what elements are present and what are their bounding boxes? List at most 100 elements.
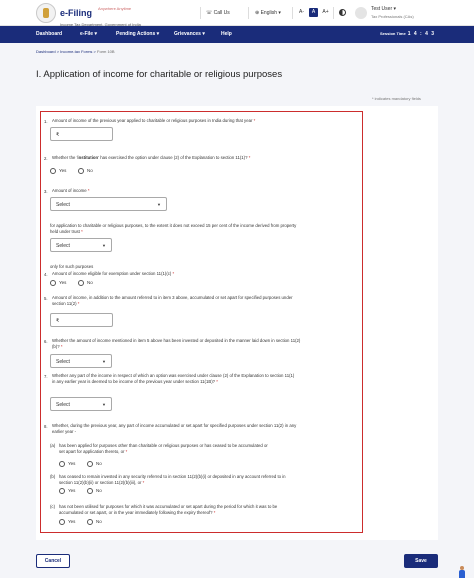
q4-label: Amount of income eligible for exemption … <box>52 271 175 276</box>
q2-yes-radio[interactable] <box>50 168 56 174</box>
breadcrumb-separator: > <box>93 49 96 54</box>
divider <box>292 7 293 19</box>
nav-dashboard[interactable]: Dashboard <box>36 31 62 37</box>
q8a-label: has been applied for purposes other than… <box>59 443 268 454</box>
q8-number: 8. <box>44 424 48 429</box>
user-avatar-icon[interactable] <box>355 7 367 19</box>
required-note: * indicates mandatory fields <box>372 96 421 101</box>
q3-label: Amount of income * <box>52 188 90 193</box>
q4-no-label: No <box>87 280 93 285</box>
q8a-marker: (a) <box>50 443 56 448</box>
divider <box>248 7 249 19</box>
session-value: 1 4 : 4 3 <box>407 31 436 37</box>
nav-grievances[interactable]: Grievances ▾ <box>174 31 205 37</box>
main-nav: Dashboard e-File ▾ Pending Actions ▾ Gri… <box>0 26 474 43</box>
font-decrease-button[interactable]: A- <box>297 8 306 17</box>
emblem-logo-icon <box>36 3 56 23</box>
q8a-yes-radio[interactable] <box>59 461 65 467</box>
chevron-down-icon: ▾ <box>202 31 205 37</box>
chevron-down-icon: ▼ <box>102 402 106 407</box>
chevron-down-icon: ▼ <box>102 243 106 248</box>
q7-label: Whether any part of the income in respec… <box>52 373 295 384</box>
cancel-button[interactable]: Cancel <box>36 554 70 568</box>
chat-helper-icon[interactable] <box>458 566 466 578</box>
divider <box>200 7 201 19</box>
q3-tail: only for such purposes <box>50 264 94 269</box>
language-select[interactable]: ⊕ English ▾ <box>255 10 281 16</box>
q6-select[interactable]: Select ▼ <box>50 354 112 368</box>
brand-tagline: Anywhere Anytime <box>98 6 132 11</box>
q1-number: 1. <box>44 119 48 124</box>
q3-select-1[interactable]: Select ▼ <box>50 197 167 211</box>
rupee-icon: ₹ <box>56 132 60 138</box>
q8c-marker: (c) <box>50 504 56 509</box>
q3-paragraph: for application to charitable or religio… <box>50 223 297 234</box>
q2-no-label: No <box>87 168 93 173</box>
q1-label: Amount of income of the previous year ap… <box>52 118 256 123</box>
chevron-down-icon: ▾ <box>94 31 97 37</box>
call-us-label: Call Us <box>213 10 230 16</box>
q7-select[interactable]: Select ▼ <box>50 397 112 411</box>
q5-number: 5. <box>44 296 48 301</box>
nav-help[interactable]: Help <box>221 31 232 37</box>
call-us-link[interactable]: ☏ Call Us <box>206 10 230 16</box>
q8b-no-label: No <box>96 488 102 493</box>
save-button[interactable]: Save <box>404 554 438 568</box>
chevron-down-icon: ▼ <box>102 359 106 364</box>
q5-label: Amount of income, in addition to the amo… <box>52 295 293 306</box>
q5-amount-input[interactable]: ₹ <box>50 313 113 327</box>
q8a-no-radio[interactable] <box>87 461 93 467</box>
q7-number: 7. <box>44 374 48 379</box>
q8c-no-radio[interactable] <box>87 519 93 525</box>
q8b-marker: (b) <box>50 474 56 479</box>
chevron-down-icon: ▾ <box>393 6 397 12</box>
nav-efile[interactable]: e-File ▾ <box>80 31 97 37</box>
session-timer: Session Time 1 4 : 4 3 <box>380 31 435 37</box>
nav-pending-actions[interactable]: Pending Actions ▾ <box>116 31 159 37</box>
q2-yes-label: Yes <box>59 168 67 173</box>
user-menu[interactable]: Test User ▾ Tax Professionals (CAs) <box>371 6 414 19</box>
q4-no-radio[interactable] <box>78 280 84 286</box>
rupee-icon: ₹ <box>56 318 60 324</box>
q2-no-radio[interactable] <box>78 168 84 174</box>
q8a-no-label: No <box>96 461 102 466</box>
q8b-yes-radio[interactable] <box>59 488 65 494</box>
q4-number: 4. <box>44 272 48 277</box>
chevron-down-icon: ▾ <box>156 31 160 37</box>
contrast-icon[interactable] <box>339 9 346 16</box>
user-name: Test User <box>371 6 393 12</box>
breadcrumb-dashboard[interactable]: Dashboard <box>36 49 56 54</box>
q8c-yes-radio[interactable] <box>59 519 65 525</box>
q2-label: Whether the 'institution' has exercised … <box>52 155 251 160</box>
q8a-yes-label: Yes <box>68 461 76 466</box>
user-role: Tax Professionals (CAs) <box>371 14 414 19</box>
session-label: Session Time <box>380 31 406 36</box>
font-increase-button[interactable]: A+ <box>321 8 330 17</box>
q3-select-2[interactable]: Select ▼ <box>50 238 112 252</box>
q6-number: 6. <box>44 339 48 344</box>
breadcrumb-current: Form 10B <box>97 49 115 54</box>
q1-amount-input[interactable]: ₹ <box>50 127 113 141</box>
q8c-no-label: No <box>96 519 102 524</box>
q4-yes-label: Yes <box>59 280 67 285</box>
brand[interactable]: e-Filing Anywhere Anytime Income Tax Dep… <box>60 3 141 27</box>
q8b-label: has ceased to remain invested in any sec… <box>59 474 286 485</box>
divider <box>333 7 334 19</box>
q2-number: 2. <box>44 156 48 161</box>
font-normal-button[interactable]: A <box>309 8 318 17</box>
q8-label: Whether, during the previous year, any p… <box>52 423 297 434</box>
breadcrumb: Dashboard > Income-tax Forms > Form 10B <box>36 49 115 54</box>
globe-icon: ⊕ <box>255 10 260 16</box>
breadcrumb-income-tax-forms[interactable]: Income-tax Forms <box>60 49 92 54</box>
top-header: e-Filing Anywhere Anytime Income Tax Dep… <box>0 0 474 27</box>
q8b-no-radio[interactable] <box>87 488 93 494</box>
language-label: English <box>260 10 277 16</box>
q8c-label: has not been utilised for purposes for w… <box>59 504 278 515</box>
brand-name: e-Filing <box>60 8 92 18</box>
page-title: I. Application of income for charitable … <box>36 69 283 80</box>
q8b-yes-label: Yes <box>68 488 76 493</box>
breadcrumb-separator: > <box>56 49 60 54</box>
chevron-down-icon: ▼ <box>157 202 161 207</box>
q6-label: Whether the amount of income mentioned i… <box>52 338 301 349</box>
q4-yes-radio[interactable] <box>50 280 56 286</box>
